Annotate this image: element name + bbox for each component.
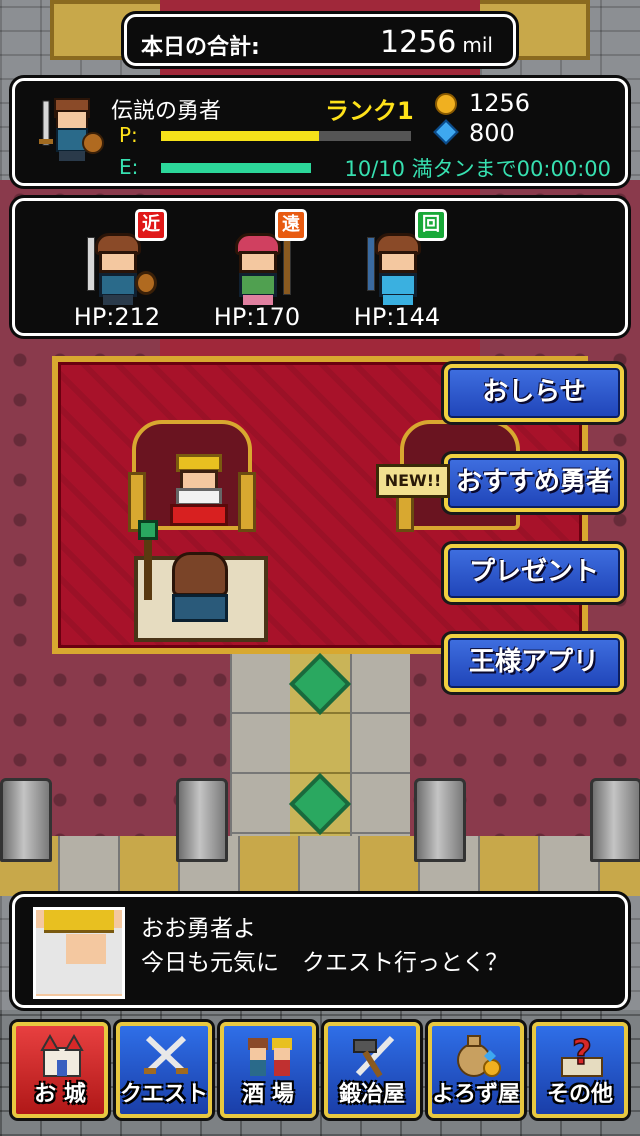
nav-tavern-label: 酒 場: [242, 1082, 294, 1107]
pillar: [0, 778, 52, 862]
present-button[interactable]: プレゼント: [444, 544, 624, 602]
hp-value: HP:212: [73, 303, 161, 331]
daily-total-panel: 本日の合計: 1256 mil: [124, 14, 516, 66]
nav-castle-label: お 城: [34, 1082, 86, 1107]
p-label: P:: [119, 123, 138, 147]
e-gauge: [161, 163, 311, 173]
role-badge-melee: 近: [135, 209, 167, 241]
nav-shop-button[interactable]: よろず屋: [428, 1022, 524, 1118]
hammer-sword-icon: [353, 1035, 395, 1078]
role-badge-ranged: 遠: [275, 209, 307, 241]
recommended-hero-button[interactable]: おすすめ勇者: [444, 454, 624, 512]
p-gauge: [161, 131, 411, 141]
hero-back-sprite: [134, 520, 268, 642]
nav-other-label: その他: [546, 1082, 613, 1107]
king-sprite: [166, 454, 232, 526]
pillar: [414, 778, 466, 862]
tavern-heroes-icon: [248, 1038, 292, 1076]
new-badge: NEW!!: [376, 464, 450, 498]
item-bag-icon: [457, 1035, 501, 1077]
e-label: E:: [119, 155, 139, 179]
nav-shop-label: よろず屋: [432, 1082, 521, 1107]
nav-other-button[interactable]: ? その他: [532, 1022, 628, 1118]
floor-strip: [0, 836, 640, 896]
nav-blacksmith-label: 鍛冶屋: [338, 1082, 405, 1107]
daily-total-number: 1256: [380, 25, 457, 60]
nav-castle-button[interactable]: お 城: [12, 1022, 108, 1118]
party-member-ranged[interactable]: 遠 HP:170: [187, 205, 327, 335]
nav-quest-label: クエスト: [120, 1082, 209, 1107]
party-member-healer[interactable]: 回 HP:144: [327, 205, 467, 335]
pillar: [590, 778, 640, 862]
message-line-1: おお勇者よ: [141, 916, 256, 942]
king-portrait-icon: [33, 907, 125, 999]
healer-sprite-icon: [367, 233, 431, 305]
player-status-panel: 伝説の勇者 ランク1 P: E: 10/10 満タンまで00:00:00 125…: [12, 78, 628, 186]
nav-quest-button[interactable]: クエスト: [116, 1022, 212, 1118]
gem-amount: 800: [469, 119, 515, 147]
archer-sprite-icon: [227, 233, 291, 305]
daily-total-value: 1256 mil: [380, 25, 493, 60]
party-panel: 近 HP:212 遠 HP:170 回 HP:144: [12, 198, 628, 336]
question-scroll-icon: ?: [561, 1034, 603, 1077]
hero-name: 伝説の勇者: [111, 99, 222, 124]
message-line-2: 今日も元気に クエスト行っとく？: [141, 950, 509, 976]
role-badge-healer: 回: [415, 209, 447, 241]
nav-blacksmith-button[interactable]: 鍛冶屋: [324, 1022, 420, 1118]
daily-total-unit: mil: [462, 33, 493, 57]
blue-gem-icon: [433, 119, 459, 145]
pillar: [176, 778, 228, 862]
stamina-timer: 10/10 満タンまで00:00:00: [344, 157, 611, 181]
nav-tavern-button[interactable]: 酒 場: [220, 1022, 316, 1118]
daily-total-label: 本日の合計:: [141, 35, 260, 60]
rank-label: ランク1: [325, 97, 414, 125]
castle-icon: [40, 1034, 84, 1077]
svg-text:?: ?: [572, 1034, 592, 1073]
hp-value: HP:144: [353, 303, 441, 331]
news-button[interactable]: おしらせ: [444, 364, 624, 422]
gold-coin-icon: [435, 93, 457, 115]
king-message-box[interactable]: おお勇者よ 今日も元気に クエスト行っとく？: [12, 894, 628, 1008]
crossed-swords-icon: [144, 1035, 188, 1075]
king-app-button[interactable]: 王様アプリ: [444, 634, 624, 692]
gold-amount: 1256: [469, 89, 531, 117]
hero-avatar-icon: [39, 98, 104, 161]
swordsman-sprite-icon: [87, 233, 157, 305]
party-member-melee[interactable]: 近 HP:212: [47, 205, 187, 335]
hp-value: HP:170: [213, 303, 301, 331]
